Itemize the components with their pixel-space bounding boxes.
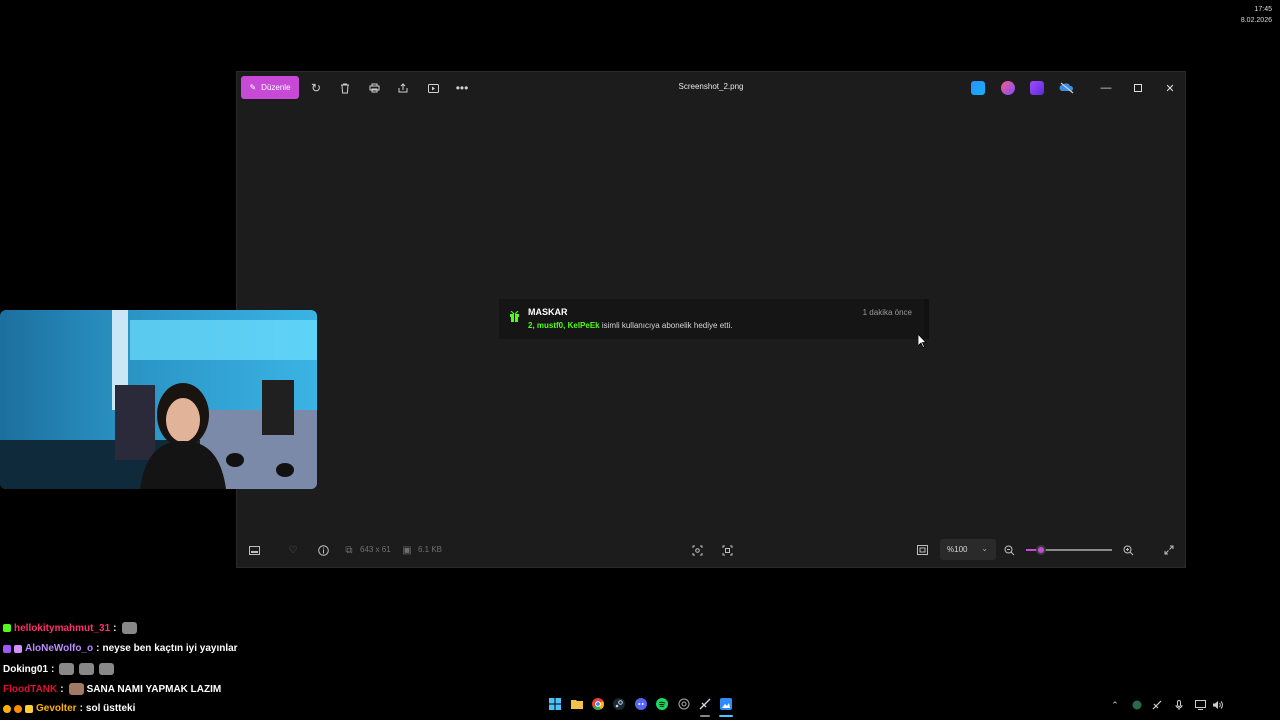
filmstrip-icon[interactable] xyxy=(247,543,261,557)
message-text: isimli kullanıcıya abonelik hediye etti. xyxy=(601,321,733,330)
active-indicator xyxy=(719,715,733,717)
system-clock[interactable]: 17:45 8.02.2026 xyxy=(1241,4,1272,26)
microphone-icon[interactable] xyxy=(1173,699,1185,711)
chat-badge-icon xyxy=(3,624,11,632)
image-edge xyxy=(924,299,929,339)
running-indicator xyxy=(700,715,710,717)
emote-icon xyxy=(59,663,75,675)
status-bar: ♡ ⧉ 643 x 61 ▣ 6.1 KB %100 ⌄ xyxy=(237,533,1185,567)
chevron-up-icon[interactable]: ⌃ xyxy=(1109,699,1121,711)
minimize-button[interactable]: — xyxy=(1094,78,1118,98)
emote-icon xyxy=(99,663,115,675)
dimensions-icon: ⧉ xyxy=(345,544,353,556)
visual-search-icon[interactable] xyxy=(720,543,734,557)
info-icon[interactable] xyxy=(316,543,330,557)
steam-icon[interactable] xyxy=(611,696,627,712)
chat-badge-icon xyxy=(14,704,22,713)
webcam-overlay xyxy=(0,310,317,489)
network-icon[interactable] xyxy=(1194,699,1206,711)
clock-time: 17:45 xyxy=(1254,6,1272,13)
clipchamp-app-icon[interactable] xyxy=(1030,81,1044,95)
recipient-1: mustf0, xyxy=(536,321,566,330)
zoom-dropdown[interactable]: %100 ⌄ xyxy=(940,539,996,560)
chat-message: FloodTANK : SANA NAMI YAPMAK LAZIM xyxy=(3,683,221,695)
full-screen-icon[interactable] xyxy=(1162,543,1176,557)
chat-badge-icon xyxy=(3,704,11,713)
chat-badge-icon xyxy=(25,704,33,713)
clock-date: 8.02.2026 xyxy=(1240,17,1272,24)
volume-icon[interactable] xyxy=(1211,699,1223,711)
emote-icon xyxy=(68,683,84,695)
chat-username: hellokitymahmut_31 xyxy=(14,622,111,634)
zoom-out-icon[interactable] xyxy=(1002,543,1016,557)
displayed-image: MASKAR 1 dakika önce 2, mustf0, KelPeEk … xyxy=(499,299,929,339)
file-size-icon: ▣ xyxy=(402,544,412,556)
gift-count: 2, xyxy=(528,321,535,330)
chevron-down-icon: ⌄ xyxy=(981,544,988,553)
discord-icon[interactable] xyxy=(633,696,649,712)
emote-icon xyxy=(79,663,95,675)
chat-username: Doking01 xyxy=(3,663,49,675)
onedrive-off-icon[interactable] xyxy=(1059,81,1075,95)
zoom-slider-thumb[interactable] xyxy=(1036,545,1047,555)
streaming-app-icon[interactable] xyxy=(697,696,713,712)
file-explorer-icon[interactable] xyxy=(569,696,585,712)
chat-message: hellokitymahmut_31 : xyxy=(3,622,137,634)
chat-message: Gevolter : sol üstteki xyxy=(3,703,135,714)
settings-app-icon[interactable] xyxy=(676,696,692,712)
close-button[interactable]: ✕ xyxy=(1158,78,1182,98)
zoom-in-icon[interactable] xyxy=(1121,543,1135,557)
chat-message: AloNeWolfo_o : neyse ben kaçtın iyi yayı… xyxy=(3,643,238,654)
tray-app-icon[interactable] xyxy=(1131,699,1143,711)
chat-message: Doking01 : xyxy=(3,663,115,675)
zoom-value: %100 xyxy=(947,545,968,554)
photos-app-icon[interactable] xyxy=(971,81,985,95)
photos-window: ✎ Düzenle ↻ ••• Screenshot_2.png — ✕ MAS… xyxy=(236,71,1186,568)
chat-separator: : xyxy=(79,703,83,714)
title-bar: ✎ Düzenle ↻ ••• Screenshot_2.png — ✕ xyxy=(237,72,1185,104)
chat-separator: : xyxy=(51,663,55,675)
chat-separator: : xyxy=(96,643,100,654)
notification-time: 1 dakika önce xyxy=(862,308,912,317)
start-icon[interactable] xyxy=(547,696,563,712)
chat-text: SANA NAMI YAPMAK LAZIM xyxy=(86,683,222,695)
gift-icon xyxy=(510,309,519,322)
zoom-slider[interactable] xyxy=(1026,545,1112,555)
mouse-cursor-icon xyxy=(917,332,927,353)
notification-username: MASKAR xyxy=(528,307,568,317)
fit-to-window-icon[interactable] xyxy=(915,543,929,557)
chat-badge-icon xyxy=(14,644,22,653)
chat-username: Gevolter xyxy=(36,703,77,714)
chat-text: sol üstteki xyxy=(85,703,136,714)
chat-username: AloNeWolfo_o xyxy=(25,643,94,654)
favorite-icon[interactable]: ♡ xyxy=(286,543,300,557)
chat-username: FloodTANK xyxy=(3,683,58,695)
emote-icon xyxy=(121,622,137,634)
steam-tray-icon[interactable] xyxy=(1151,699,1163,711)
file-size: 6.1 KB xyxy=(418,545,443,554)
chat-separator: : xyxy=(60,683,64,695)
photos-taskbar-icon[interactable] xyxy=(718,696,734,712)
chat-separator: : xyxy=(113,622,117,634)
maximize-button[interactable] xyxy=(1126,78,1150,98)
designer-app-icon[interactable] xyxy=(1001,81,1015,95)
recipient-2: KelPeEk xyxy=(567,321,600,330)
spotify-icon[interactable] xyxy=(654,696,670,712)
scan-text-icon[interactable] xyxy=(690,543,704,557)
chat-badge-icon xyxy=(3,644,11,653)
chat-text: neyse ben kaçtın iyi yayınlar xyxy=(102,643,238,654)
notification-message: 2, mustf0, KelPeEk isimli kullanıcıya ab… xyxy=(528,321,733,330)
chrome-icon[interactable] xyxy=(590,696,606,712)
image-dimensions: 643 x 61 xyxy=(360,545,391,554)
